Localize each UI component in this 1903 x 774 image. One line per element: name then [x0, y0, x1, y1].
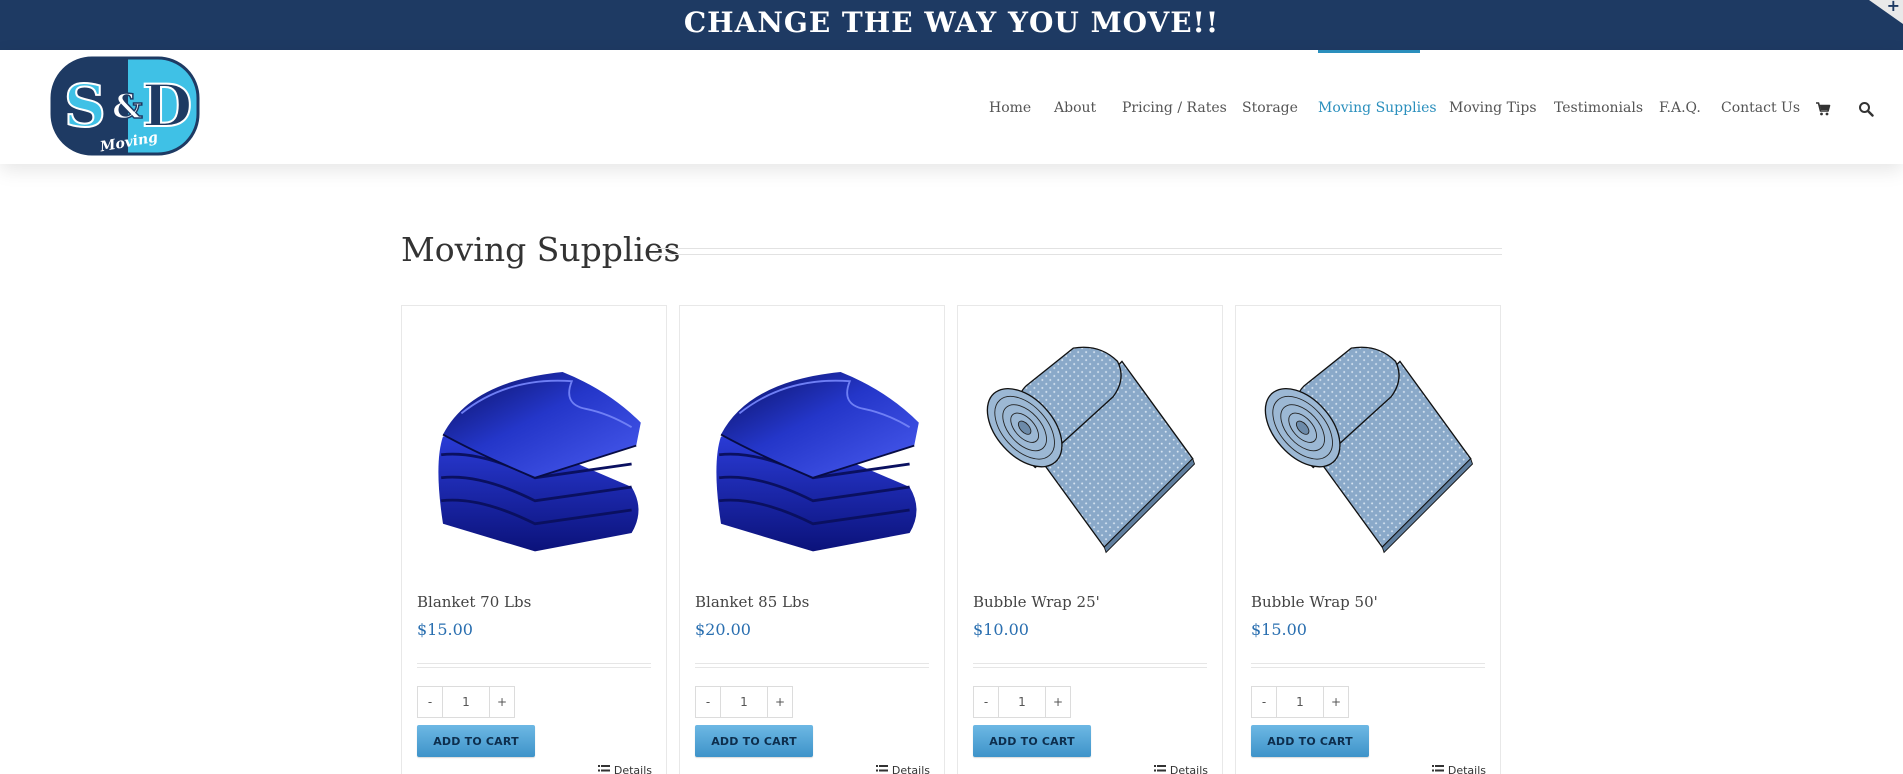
nav-moving-supplies[interactable]: Moving Supplies: [1318, 100, 1437, 116]
nav-moving-tips[interactable]: Moving Tips: [1449, 100, 1537, 116]
product-name[interactable]: Bubble Wrap 25': [973, 593, 1100, 611]
quantity-decrease-button[interactable]: -: [417, 686, 443, 718]
nav-storage[interactable]: Storage: [1242, 100, 1298, 116]
logo-letter-s: S: [64, 72, 106, 140]
list-icon: [1431, 765, 1444, 772]
product-image-blanket[interactable]: [694, 326, 932, 556]
product-image-bubble-wrap[interactable]: [1250, 326, 1488, 556]
details-label: Details: [1447, 764, 1486, 774]
quantity-stepper: - 1 +: [1251, 686, 1349, 718]
add-to-cart-button[interactable]: ADD TO CART: [1251, 725, 1369, 757]
quantity-increase-button[interactable]: +: [767, 686, 793, 718]
product-price: $10.00: [973, 620, 1029, 639]
add-to-cart-button[interactable]: ADD TO CART: [695, 725, 813, 757]
nav-pricing-rates[interactable]: Pricing / Rates: [1122, 100, 1227, 116]
details-link[interactable]: Details: [1431, 764, 1486, 774]
product-price: $15.00: [1251, 620, 1307, 639]
quantity-decrease-button[interactable]: -: [1251, 686, 1277, 718]
card-divider: [973, 663, 1207, 668]
logo-ampersand: &: [112, 87, 143, 127]
nav-home[interactable]: Home: [989, 100, 1031, 116]
cart-icon[interactable]: [1815, 101, 1831, 117]
product-price: $20.00: [695, 620, 751, 639]
nav-testimonials[interactable]: Testimonials: [1554, 100, 1643, 116]
product-price: $15.00: [417, 620, 473, 639]
plus-icon: +: [1886, 0, 1900, 15]
quantity-input[interactable]: 1: [721, 686, 767, 718]
nav-contact-us[interactable]: Contact Us: [1721, 100, 1800, 116]
details-label: Details: [891, 764, 930, 774]
top-banner: CHANGE THE WAY YOU MOVE!! +: [0, 0, 1903, 50]
banner-slogan: CHANGE THE WAY YOU MOVE!!: [683, 6, 1220, 39]
details-link[interactable]: Details: [1153, 764, 1208, 774]
add-to-cart-button[interactable]: ADD TO CART: [417, 725, 535, 757]
quantity-increase-button[interactable]: +: [1323, 686, 1349, 718]
banner-toggle-button[interactable]: +: [1869, 0, 1903, 24]
product-card: Bubble Wrap 50' $15.00 - 1 + ADD TO CART…: [1235, 305, 1501, 774]
quantity-stepper: - 1 +: [417, 686, 515, 718]
logo[interactable]: S & D Moving: [50, 56, 200, 156]
card-divider: [1251, 663, 1485, 668]
product-name[interactable]: Blanket 70 Lbs: [417, 593, 531, 611]
title-divider: [655, 248, 1502, 255]
nav-faq[interactable]: F.A.Q.: [1659, 100, 1701, 116]
quantity-increase-button[interactable]: +: [1045, 686, 1071, 718]
quantity-stepper: - 1 +: [973, 686, 1071, 718]
add-to-cart-button[interactable]: ADD TO CART: [973, 725, 1091, 757]
logo-graphic: S & D Moving: [50, 56, 200, 156]
site-header: S & D Moving Home About Pricing / Rates …: [0, 50, 1903, 164]
details-link[interactable]: Details: [875, 764, 930, 774]
nav-active-indicator: [1318, 50, 1420, 53]
quantity-stepper: - 1 +: [695, 686, 793, 718]
product-card: Bubble Wrap 25' $10.00 - 1 + ADD TO CART…: [957, 305, 1223, 774]
page-title: Moving Supplies: [401, 230, 681, 269]
list-icon: [1153, 765, 1166, 772]
quantity-input[interactable]: 1: [999, 686, 1045, 718]
card-divider: [417, 663, 651, 668]
details-label: Details: [1169, 764, 1208, 774]
card-divider: [695, 663, 929, 668]
product-image-blanket[interactable]: [416, 326, 654, 556]
product-name[interactable]: Bubble Wrap 50': [1251, 593, 1378, 611]
list-icon: [875, 765, 888, 772]
search-icon[interactable]: [1858, 101, 1874, 117]
product-name[interactable]: Blanket 85 Lbs: [695, 593, 809, 611]
quantity-increase-button[interactable]: +: [489, 686, 515, 718]
quantity-input[interactable]: 1: [443, 686, 489, 718]
list-icon: [597, 765, 610, 772]
quantity-decrease-button[interactable]: -: [973, 686, 999, 718]
product-card: Blanket 70 Lbs $15.00 - 1 + ADD TO CART …: [401, 305, 667, 774]
quantity-input[interactable]: 1: [1277, 686, 1323, 718]
nav-about[interactable]: About: [1054, 100, 1096, 116]
quantity-decrease-button[interactable]: -: [695, 686, 721, 718]
details-link[interactable]: Details: [597, 764, 652, 774]
product-card: Blanket 85 Lbs $20.00 - 1 + ADD TO CART …: [679, 305, 945, 774]
product-image-bubble-wrap[interactable]: [972, 326, 1210, 556]
details-label: Details: [613, 764, 652, 774]
